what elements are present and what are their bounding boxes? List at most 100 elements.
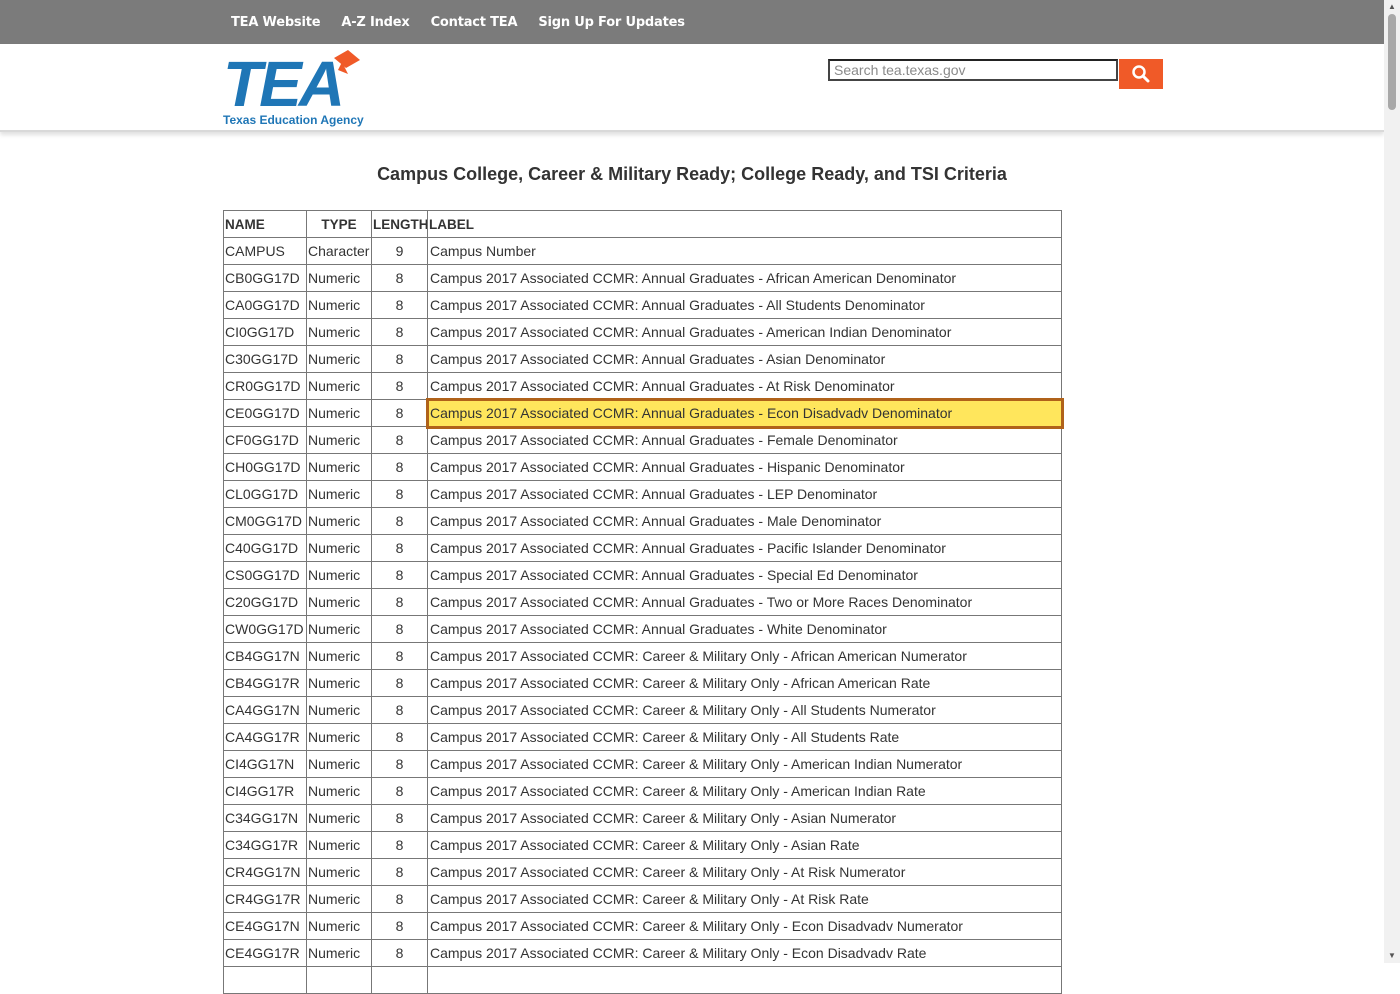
table-row: CI4GG17N Numeric 8 Campus 2017 Associated C… [223,750,1062,778]
cell-length: 8 [371,642,428,670]
cell-type: Numeric [306,588,372,616]
cell-name: CI4GG17N [223,750,307,778]
table-row: C34GG17N Numeric 8 Campus 2017 Associated C… [223,804,1062,832]
page-title: Campus College, Career & Military Ready;… [377,164,1007,184]
cell-type: Numeric [306,831,372,859]
column-header-type: TYPE [306,210,372,238]
cell-length: 8 [371,615,428,643]
cell-length: 8 [371,777,428,805]
vertical-scrollbar[interactable]: ▲ ▼ [1384,0,1400,963]
cell-label: Campus 2017 Associated CCMR: Annual Grad… [427,534,1062,562]
cell-label: Campus 2017 Associated CCMR: Annual Grad… [427,372,1062,400]
cell-name: CR0GG17D [223,372,307,400]
table-row: CI0GG17D Numeric 8 Campus 2017 Associated C… [223,318,1062,346]
cell-type: Numeric [306,885,372,913]
table-row: C20GG17D Numeric 8 Campus 2017 Associated C… [223,588,1062,616]
table-row: CB0GG17D Numeric 8 Campus 2017 Associated C… [223,264,1062,292]
cell-name: CR4GG17R [223,885,307,913]
cell-label: Campus 2017 Associated CCMR: Annual Grad… [427,480,1062,508]
cell-name: CA4GG17N [223,696,307,724]
cell-type: Numeric [306,453,372,481]
cell-label: Campus 2017 Associated CCMR: Annual Grad… [427,615,1062,643]
tea-website-link[interactable]: TEA Website [231,15,321,30]
cell-name: CA4GG17R [223,723,307,751]
cell-length: 8 [371,399,428,427]
a-z-index-link[interactable]: A-Z Index [341,15,409,30]
table-row: CW0GG17D Numeric 8 Campus 2017 Associated C… [223,615,1062,643]
cell-label: Campus 2017 Associated CCMR: Annual Grad… [427,345,1062,373]
table-row: C34GG17R Numeric 8 Campus 2017 Associated C… [223,831,1062,859]
table-row: CL0GG17D Numeric 8 Campus 2017 Associated C… [223,480,1062,508]
scroll-up-arrow-icon[interactable]: ▲ [1384,0,1400,14]
table-row: CR4GG17R Numeric 8 Campus 2017 Associated C… [223,885,1062,913]
cell-name: CR4GG17N [223,858,307,886]
cell-length: 8 [371,561,428,589]
search-input[interactable] [828,59,1118,81]
table-row: C30GG17D Numeric 8 Campus 2017 Associated C… [223,345,1062,373]
cell-label: Campus 2017 Associated CCMR: Annual Grad… [427,291,1062,319]
site-header: TEA Texas Education Agency [0,44,1384,132]
cell-length: 8 [371,939,428,967]
cell-label: Campus 2017 Associated CCMR: Career & Mi… [427,696,1062,724]
cell-name: CE4GG17R [223,939,307,967]
table-row: C40GG17D Numeric 8 Campus 2017 Associated C… [223,534,1062,562]
cell-name: CB4GG17R [223,669,307,697]
cell-label: Campus 2017 Associated CCMR: Annual Grad… [427,318,1062,346]
cell-label: Campus 2017 Associated CCMR: Career & Mi… [427,642,1062,670]
cell-name: CI4GG17R [223,777,307,805]
cell-label: Campus 2017 Associated CCMR: Career & Mi… [427,885,1062,913]
logo-subtext: Texas Education Agency [223,113,364,127]
cell-name: C40GG17D [223,534,307,562]
cell-length: 8 [371,318,428,346]
cell-length: 8 [371,750,428,778]
scrollbar-thumb[interactable] [1388,14,1396,110]
cell-length: 8 [371,723,428,751]
table-row [223,966,1062,994]
table-row: CF0GG17D Numeric 8 Campus 2017 Associated C… [223,426,1062,454]
cell-label: Campus 2017 Associated CCMR: Career & Mi… [427,804,1062,832]
cell-name: CA0GG17D [223,291,307,319]
cell-type: Numeric [306,561,372,589]
cell-type: Numeric [306,750,372,778]
cell-type: Numeric [306,912,372,940]
cell-label: Campus Number [427,237,1062,265]
cell-label: Campus 2017 Associated CCMR: Career & Mi… [427,723,1062,751]
scroll-down-arrow-icon[interactable]: ▼ [1384,949,1400,963]
cell-length: 9 [371,237,428,265]
cell-type: Numeric [306,480,372,508]
cell-type: Numeric [306,345,372,373]
tea-logo-graphic: TEA Texas Education Agency [223,48,364,127]
cell-label: Campus 2017 Associated CCMR: Annual Grad… [427,507,1062,535]
cell-length: 8 [371,669,428,697]
top-utility-bar: TEA Website A-Z Index Contact TEA Sign U… [0,0,1384,44]
table-body: CAMPUS Character 9 Campus Number CB0GG17D Num… [223,237,1064,994]
contact-tea-link[interactable]: Contact TEA [431,15,518,30]
cell-length: 8 [371,696,428,724]
table-header-row: NAME TYPE LENGTH LABEL [223,210,1062,238]
cell-name: CB4GG17N [223,642,307,670]
cell-type: Numeric [306,696,372,724]
cell-length [371,966,428,994]
cell-length: 8 [371,453,428,481]
search-button[interactable] [1119,59,1163,89]
search-icon [1132,65,1150,83]
cell-length: 8 [371,507,428,535]
cell-type: Numeric [306,264,372,292]
table-row: CR4GG17N Numeric 8 Campus 2017 Associated C… [223,858,1062,886]
sign-up-for-updates-link[interactable]: Sign Up For Updates [538,15,685,30]
column-header-length: LENGTH [371,210,428,238]
tea-logo[interactable]: TEA Texas Education Agency [222,48,368,128]
cell-type: Numeric [306,804,372,832]
cell-label [427,966,1062,994]
table-row: CS0GG17D Numeric 8 Campus 2017 Associated C… [223,561,1062,589]
cell-name: C34GG17N [223,804,307,832]
cell-label: Campus 2017 Associated CCMR: Career & Mi… [427,858,1062,886]
table-row: CI4GG17R Numeric 8 Campus 2017 Associated C… [223,777,1062,805]
cell-length: 8 [371,372,428,400]
utility-nav: TEA Website A-Z Index Contact TEA Sign U… [231,0,706,44]
cell-length: 8 [371,426,428,454]
cell-type: Numeric [306,399,372,427]
table-row: CR0GG17D Numeric 8 Campus 2017 Associated C… [223,372,1062,400]
cell-length: 8 [371,345,428,373]
table-row: CB4GG17R Numeric 8 Campus 2017 Associated C… [223,669,1062,697]
